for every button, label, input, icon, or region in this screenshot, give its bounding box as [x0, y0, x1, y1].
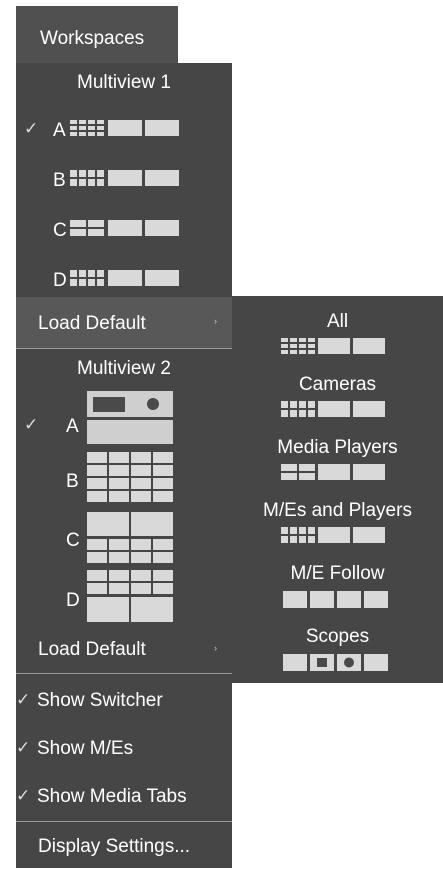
show-media-tabs-toggle[interactable]: ✓ Show Media Tabs [16, 776, 232, 816]
multiview-1-load-default[interactable]: Load Default › [16, 297, 232, 348]
checkmark-icon: ✓ [16, 786, 31, 805]
show-switcher-toggle[interactable]: ✓ Show Switcher [16, 680, 232, 720]
submenu-item-scopes[interactable]: Scopes [232, 620, 443, 678]
multiview-2-option-b[interactable]: B [16, 452, 232, 510]
menu-separator [16, 348, 232, 349]
display-settings-label: Display Settings... [38, 836, 191, 857]
option-letter: B [53, 170, 66, 191]
layout-scopes-icon [283, 654, 388, 671]
submenu-item-label: Media Players [277, 437, 398, 458]
layout-4x2-plus-2-icon [281, 338, 385, 354]
option-letter: A [53, 120, 66, 141]
multiview-1-option-c[interactable]: C [16, 210, 232, 250]
multiview-2-load-default[interactable]: Load Default › [16, 630, 232, 673]
option-letter: D [66, 590, 80, 611]
submenu-item-label: Scopes [305, 626, 370, 647]
multiview-2-option-c[interactable]: C [16, 512, 232, 570]
show-media-tabs-label: Show Media Tabs [37, 786, 187, 807]
load-default-label: Load Default [38, 313, 146, 334]
option-letter: C [53, 220, 67, 241]
option-letter: C [66, 530, 80, 551]
submenu-item-media-players[interactable]: Media Players [232, 431, 443, 489]
checkmark-icon: ✓ [16, 738, 31, 757]
show-mes-toggle[interactable]: ✓ Show M/Es [16, 728, 232, 768]
multiview-1-option-d[interactable]: D [16, 260, 232, 300]
checkmark-icon: ✓ [16, 690, 31, 709]
option-letter: B [66, 471, 79, 492]
layout-4x2-plus-2-icon [281, 401, 385, 417]
option-letter: D [53, 270, 67, 291]
menu-separator [16, 673, 232, 674]
submenu-arrow-icon: › [214, 643, 217, 653]
multiview-1-option-a[interactable]: ✓ A [16, 110, 232, 150]
layout-4x4-icon [87, 452, 173, 502]
multiview-1-title: Multiview 1 [77, 72, 171, 93]
multiview-2-title: Multiview 2 [77, 358, 171, 379]
menu-separator [16, 821, 232, 822]
submenu-item-label: Cameras [298, 374, 377, 395]
layout-2x2-plus-2-icon [281, 464, 385, 480]
submenu-item-all[interactable]: All [232, 305, 443, 363]
layout-2-plus-8-icon [87, 512, 173, 563]
show-switcher-label: Show Switcher [37, 690, 163, 711]
display-settings-item[interactable]: Display Settings... [16, 826, 232, 866]
submenu-item-label: All [326, 311, 349, 332]
submenu-item-label: M/E Follow [290, 563, 385, 584]
checkmark-icon: ✓ [24, 415, 39, 434]
submenu-item-cameras[interactable]: Cameras [232, 368, 443, 426]
layout-switcher-preview-icon [87, 391, 173, 444]
workspaces-tab[interactable]: Workspaces [16, 6, 178, 63]
submenu-item-mes-and-players[interactable]: M/Es and Players [232, 494, 443, 552]
layout-4x2-plus-2-icon [70, 170, 179, 186]
show-mes-label: Show M/Es [37, 738, 134, 759]
multiview-1-option-b[interactable]: B [16, 160, 232, 200]
multiview-2-option-a[interactable]: ✓ A [16, 388, 232, 446]
load-default-label: Load Default [38, 639, 146, 660]
submenu-item-label: M/Es and Players [263, 500, 412, 521]
layout-4-blocks-icon [283, 591, 388, 608]
submenu-item-me-follow[interactable]: M/E Follow [232, 557, 443, 615]
option-letter: A [66, 416, 79, 437]
layout-4x2-plus-2-icon [70, 120, 179, 136]
layout-8-plus-2-icon [87, 570, 173, 622]
multiview-2-option-d[interactable]: D [16, 570, 232, 628]
layout-2x2-plus-2-icon [70, 220, 179, 236]
layout-4x2-plus-2-icon [70, 270, 179, 286]
layout-4x2-plus-2-icon [281, 527, 385, 543]
checkmark-icon: ✓ [24, 119, 39, 138]
submenu-arrow-icon: › [214, 316, 217, 326]
